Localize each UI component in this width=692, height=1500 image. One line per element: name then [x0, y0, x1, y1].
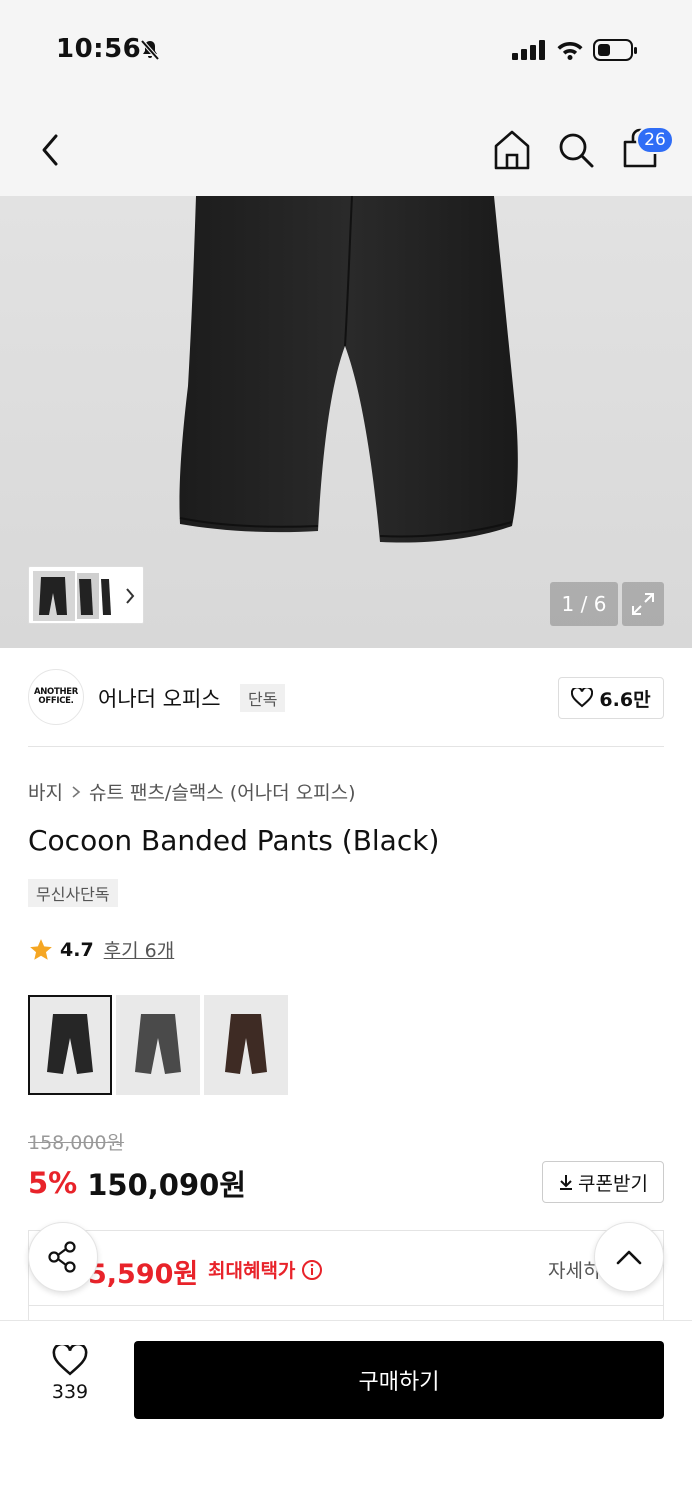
download-icon	[560, 1175, 573, 1190]
swatch-pants-image	[47, 1014, 93, 1074]
color-swatch-brown[interactable]	[204, 995, 288, 1095]
scroll-to-top-button[interactable]	[594, 1222, 664, 1292]
wishlist-button[interactable]: 339	[30, 1345, 110, 1419]
musinsa-exclusive-tag: 무신사단독	[28, 879, 118, 907]
buy-button[interactable]: 구매하기	[134, 1341, 664, 1419]
review-count-link[interactable]: 후기 6개	[104, 936, 175, 963]
expand-image-button[interactable]	[622, 582, 664, 626]
swatch-pants-image	[225, 1014, 267, 1074]
coupon-label: 쿠폰받기	[578, 1172, 648, 1195]
max-benefit-row[interactable]: 5,590원 최대혜택가 자세히	[28, 1230, 664, 1306]
search-icon[interactable]	[556, 130, 596, 170]
sale-price: 150,090원	[87, 1168, 247, 1202]
star-icon	[30, 938, 52, 960]
chevron-right-icon	[72, 785, 81, 798]
thumbnail-preview	[33, 571, 135, 621]
color-swatch-charcoal[interactable]	[116, 995, 200, 1095]
rating-score: 4.7	[60, 938, 94, 961]
heart-icon	[571, 688, 594, 708]
cart-count-badge: 26	[636, 126, 674, 154]
max-benefit-amount: 5,590원	[88, 1259, 199, 1290]
home-icon[interactable]	[492, 128, 532, 172]
share-icon	[48, 1241, 76, 1273]
battery-icon	[593, 39, 637, 61]
product-title: Cocoon Banded Pants (Black)	[28, 824, 440, 857]
coupon-download-button[interactable]: 쿠폰받기	[542, 1161, 664, 1203]
brand-logo-line2: OFFICE.	[38, 696, 74, 706]
breadcrumb-item-category[interactable]: 바지	[28, 778, 63, 805]
brand-like-count: 6.6만	[599, 688, 651, 711]
color-swatch-black[interactable]	[28, 995, 112, 1095]
rating-summary: 4.7 후기 6개	[28, 936, 174, 963]
exclusive-badge: 단독	[240, 684, 286, 712]
image-page-counter: 1 / 6	[550, 582, 618, 626]
top-navigation	[0, 100, 692, 196]
info-icon[interactable]	[301, 1259, 323, 1281]
breadcrumb: 바지 슈트 팬츠/슬랙스 (어나더 오피스)	[28, 778, 356, 805]
wifi-icon	[557, 42, 583, 60]
thumbnail-strip[interactable]	[28, 566, 144, 624]
brand-name[interactable]: 어나더 오피스	[98, 683, 221, 713]
sale-price-row: 5% 150,090원	[28, 1162, 246, 1204]
expand-icon	[632, 593, 654, 615]
share-button[interactable]	[28, 1222, 98, 1292]
original-price: 158,000원	[28, 1132, 125, 1154]
section-divider	[28, 746, 664, 747]
cellular-signal-icon	[512, 40, 545, 60]
back-arrow-icon[interactable]	[34, 130, 68, 170]
breadcrumb-item-subcategory[interactable]: 슈트 팬츠/슬랙스 (어나더 오피스)	[89, 778, 356, 805]
brand-like-button[interactable]: 6.6만	[558, 677, 664, 719]
max-benefit-label-text: 최대혜택가	[208, 1260, 296, 1282]
swatch-pants-image	[135, 1014, 181, 1074]
heart-icon	[52, 1345, 88, 1376]
bottom-action-bar: 339 구매하기	[0, 1320, 692, 1500]
discount-rate: 5%	[28, 1166, 78, 1200]
bell-off-icon	[140, 39, 160, 61]
benefit-detail-link[interactable]: 자세히	[548, 1256, 600, 1283]
chevron-up-icon	[616, 1250, 642, 1265]
brand-logo[interactable]: ANOTHER OFFICE.	[28, 669, 84, 725]
status-time: 10:56	[56, 34, 142, 64]
max-benefit-label: 최대혜택가	[208, 1256, 323, 1283]
wishlist-count: 339	[51, 1381, 89, 1403]
status-bar: 10:56	[0, 0, 692, 100]
